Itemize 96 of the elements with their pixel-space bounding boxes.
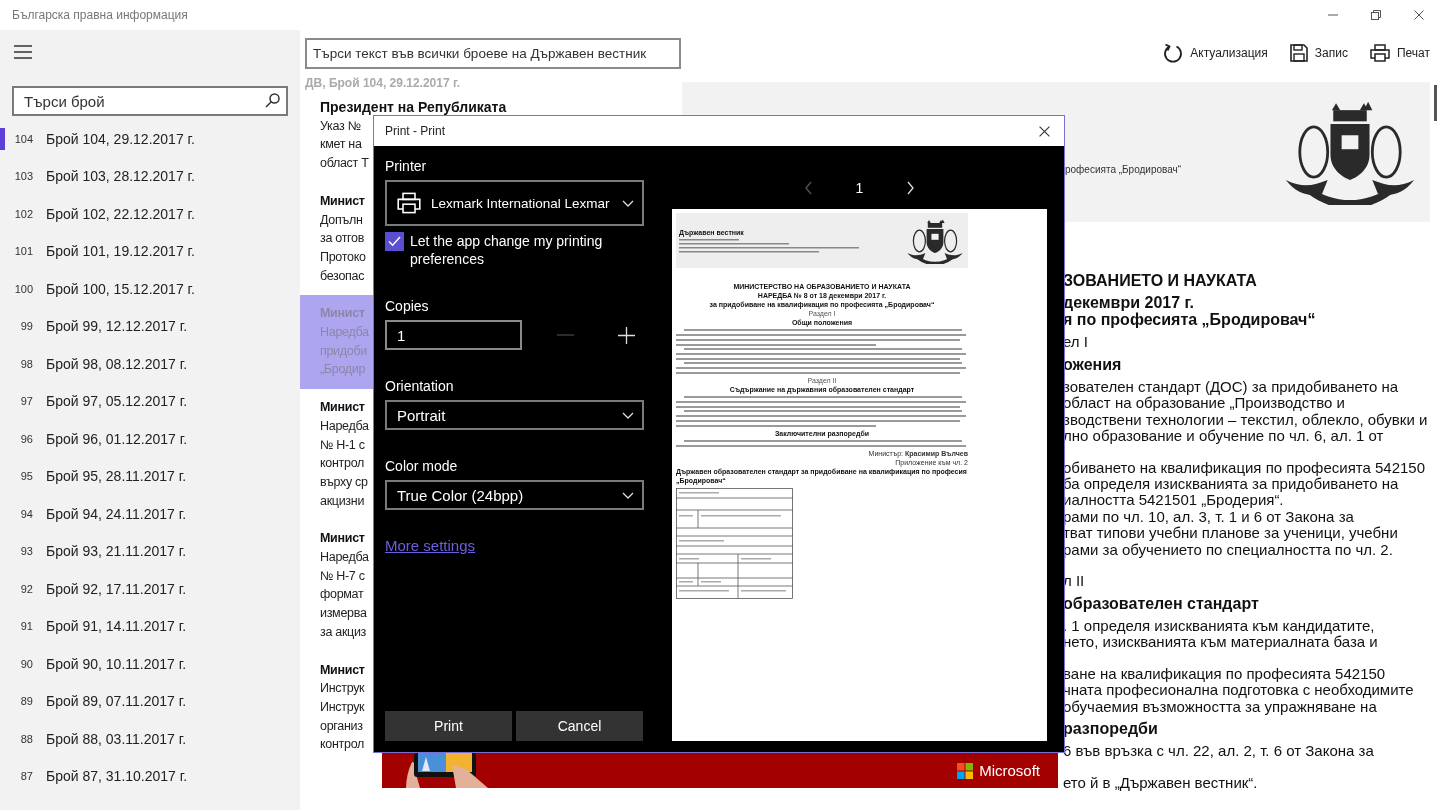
chevron-down-icon <box>622 491 634 499</box>
banner-text: рофесията „Бродировач“ <box>1065 164 1182 175</box>
save-button[interactable]: Запис <box>1289 44 1348 62</box>
chevron-down-icon <box>622 411 634 419</box>
issue-number: 98 <box>19 357 33 370</box>
issue-number: 89 <box>19 695 33 708</box>
print-button[interactable]: Print <box>385 711 512 741</box>
printer-icon <box>397 192 421 214</box>
page-number: 1 <box>855 180 864 196</box>
entry-summary: Наредба № Н-7 с формат измерва за акциз <box>320 549 369 641</box>
issue-item[interactable]: Брой 98, 08.12.2017 г. <box>46 355 188 372</box>
logo-icon <box>957 762 974 779</box>
dialog-title: Print - Print <box>385 124 445 138</box>
issue-item[interactable]: Брой 103, 28.12.2017 г. <box>46 168 195 185</box>
issue-item[interactable]: Брой 91, 14.11.2017 г. <box>46 618 187 635</box>
field-label: Copies <box>385 298 430 314</box>
more-settings-link[interactable]: More settings <box>385 537 476 554</box>
copies-field[interactable]: 1 <box>385 320 522 350</box>
document-text: зователен стандарт (ДОС) за придобиването на област на образование „Производство и зводствени технологии – текстил, облекло, обувки и лно образование и обучение по чл. 6, ал. 1 от <box>1063 379 1429 445</box>
entry-title[interactable]: Президент на Републиката <box>320 98 507 117</box>
document-heading: ожения <box>1063 356 1123 374</box>
issue-number: 103 <box>13 170 33 183</box>
emblem-drawing <box>905 217 965 264</box>
dropdown[interactable]: Portrait <box>385 400 644 430</box>
field-label: Orientation <box>385 378 455 394</box>
print-button[interactable]: Печат <box>1369 44 1430 62</box>
issue-item[interactable]: Брой 93, 21.11.2017 г. <box>46 543 187 560</box>
issue-number: 88 <box>19 732 33 745</box>
entry-summary: Допълн за отгов Протоко безопас <box>320 211 366 285</box>
entry-summary: Наредба придоби „Бродир <box>320 324 369 379</box>
checkbox[interactable] <box>385 232 404 251</box>
printer-icon <box>1369 44 1390 62</box>
issue-item[interactable]: Брой 94, 24.11.2017 г. <box>46 505 187 522</box>
issue-number: 91 <box>19 620 33 633</box>
dropdown[interactable]: True Color (24bpp) <box>385 480 644 510</box>
search-field[interactable]: Търси текст във всички броеве на Държавен вестник <box>305 37 681 69</box>
issue-item[interactable]: Брой 104, 29.12.2017 г. <box>46 130 195 147</box>
issue-number: 93 <box>19 545 33 558</box>
next-page-icon[interactable] <box>907 181 915 195</box>
issue-item[interactable]: Брой 102, 22.12.2017 г. <box>46 205 195 222</box>
checkbox-label: Let the app change my printing preferences <box>410 232 604 268</box>
issue-number: 102 <box>13 207 33 220</box>
issue-item[interactable]: Брой 100, 15.12.2017 г. <box>46 280 195 297</box>
ad-banner[interactable]: Microsoft <box>382 753 1058 788</box>
issue-item[interactable]: Брой 95, 28.11.2017 г. <box>46 468 187 485</box>
close-icon[interactable] <box>1039 125 1050 137</box>
minus-icon <box>556 334 574 336</box>
issue-number: 104 <box>13 132 33 145</box>
entry-summary: Инструк Инструк организ контрол <box>320 680 365 754</box>
issue-number: 100 <box>13 282 33 295</box>
refresh-button[interactable]: Актуализация <box>1163 42 1268 64</box>
scrollbar-thumb[interactable] <box>1434 85 1437 121</box>
menu-icon[interactable] <box>14 45 32 59</box>
issue-number: 90 <box>19 657 33 670</box>
checkmark-icon <box>388 236 401 247</box>
entry-title[interactable]: Минист <box>320 398 365 417</box>
issue-number: 99 <box>19 320 33 333</box>
issue-item[interactable]: Брой 92, 17.11.2017 г. <box>46 580 187 597</box>
issue-item[interactable]: Брой 101, 19.12.2017 г. <box>46 243 195 260</box>
issue-number: 95 <box>19 470 33 483</box>
issue-number: 87 <box>19 770 33 783</box>
issue-number: 92 <box>19 582 33 595</box>
chevron-down-icon <box>622 199 634 207</box>
app-title: Българска правна информация <box>12 8 188 22</box>
issue-item[interactable]: Брой 90, 10.11.2017 г. <box>46 655 187 672</box>
field-label: Color mode <box>385 458 459 474</box>
close-icon <box>1413 10 1424 20</box>
field-label: Printer <box>385 158 428 174</box>
refresh-icon <box>1163 42 1184 64</box>
entry-summary: Указ № кмет на област Т <box>320 117 369 173</box>
entry-title[interactable]: Минист <box>320 529 365 549</box>
search-icon[interactable] <box>265 93 280 108</box>
dropdown[interactable]: Lexmark International Lexmar <box>385 180 644 226</box>
document-text: ето й в „Държавен вестник“. <box>1063 774 1259 792</box>
cancel-button[interactable]: Cancel <box>516 711 643 741</box>
issue-number: 94 <box>19 507 33 520</box>
entry-summary: Наредба № Н-1 с контрол върху ср акцизни <box>320 417 369 510</box>
brand-name: Microsoft <box>979 762 1040 779</box>
issue-item[interactable]: Брой 99, 12.12.2017 г. <box>46 318 188 335</box>
issue-number: 96 <box>19 432 33 445</box>
document-heading: ЗОВАНИЕТО И НАУКАТА <box>1063 273 1258 290</box>
document-heading: разпоредби <box>1063 720 1159 738</box>
plus-icon <box>617 326 635 344</box>
issue-number: 101 <box>13 245 33 258</box>
document-heading: образователен стандарт <box>1063 595 1260 612</box>
issue-heading: ДВ, Брой 104, 29.12.2017 г. <box>304 76 462 90</box>
entry-title[interactable]: Минист <box>320 191 365 211</box>
issue-item[interactable]: Брой 88, 03.11.2017 г. <box>46 730 187 747</box>
entry-title[interactable]: Минист <box>320 660 365 680</box>
restore-icon <box>1370 10 1381 20</box>
issue-item[interactable]: Брой 87, 31.10.2017 г. <box>46 768 188 785</box>
search-field[interactable]: Търси брой <box>12 86 288 116</box>
issue-item[interactable]: Брой 97, 05.12.2017 г. <box>46 393 188 410</box>
issue-number: 97 <box>19 395 33 408</box>
issue-item[interactable]: Брой 89, 07.11.2017 г. <box>46 693 187 710</box>
issue-item[interactable]: Брой 96, 01.12.2017 г. <box>46 430 188 447</box>
